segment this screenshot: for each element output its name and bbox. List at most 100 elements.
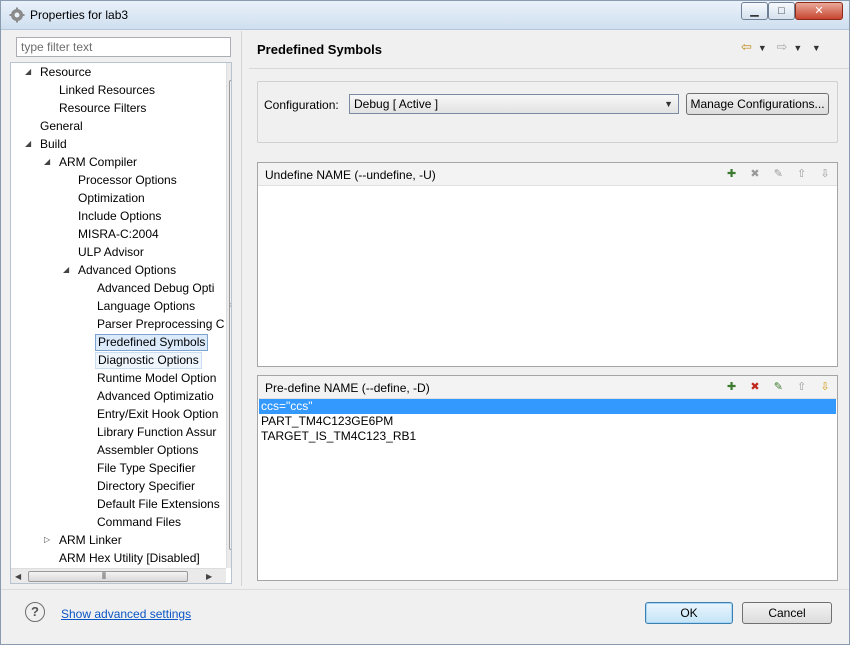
tree-item[interactable]: Include Options [76, 207, 163, 225]
tree-item[interactable]: Parser Preprocessing C [95, 315, 226, 333]
back-menu-chevron-down-icon[interactable]: ▼ [758, 43, 767, 53]
tree-item-label: Default File Extensions [97, 497, 220, 511]
scroll-up-icon[interactable]: ▲ [230, 66, 231, 75]
tree-item[interactable]: Runtime Model Option [95, 369, 218, 387]
filter-input[interactable] [16, 37, 231, 57]
tree-item[interactable]: ▷ ARM Linker [44, 531, 124, 549]
manage-configurations-button[interactable]: Manage Configurations... [686, 93, 829, 115]
predefine-header: Pre-define NAME (--define, -D) ✚ ✖ ✎ ⇧ ⇩ [258, 376, 837, 399]
scroll-down-icon[interactable]: ▼ [230, 555, 231, 564]
title-bar[interactable]: Properties for lab3 ▁ □ ✕ [1, 1, 849, 30]
tree-item[interactable]: ◢ Resource [25, 63, 93, 81]
tree-item-label: Runtime Model Option [97, 371, 217, 385]
tree-item-label: File Type Specifier [97, 461, 196, 475]
undefine-title: Undefine NAME (--undefine, -U) [265, 168, 436, 182]
tree-item[interactable]: Directory Specifier [95, 477, 197, 495]
tree-item[interactable]: MISRA-C:2004 [76, 225, 161, 243]
tree-item[interactable]: Assembler Options [95, 441, 200, 459]
navigation-toolbar: ⇦ ▼ ⇨ ▼ ▼ [741, 39, 827, 55]
expanded-arrow-icon[interactable]: ◢ [25, 63, 31, 81]
ok-button[interactable]: OK [645, 602, 733, 624]
configuration-label: Configuration: [264, 98, 339, 112]
list-item[interactable]: TARGET_IS_TM4C123_RB1 [259, 429, 836, 444]
tree-item[interactable]: ◢ Build [25, 135, 69, 153]
tree-item[interactable]: Predefined Symbols [95, 333, 209, 351]
list-item[interactable]: ccs="ccs" [259, 399, 836, 414]
tree-item-label: Directory Specifier [97, 479, 196, 493]
tree-item[interactable]: Advanced Optimizatio [95, 387, 216, 405]
tree-item[interactable]: Default File Extensions [95, 495, 222, 513]
predefine-title: Pre-define NAME (--define, -D) [265, 381, 430, 395]
tree-horizontal-scrollbar[interactable]: ◀ ⦀ ▶ [11, 568, 226, 583]
expanded-arrow-icon[interactable]: ◢ [44, 153, 50, 171]
list-item[interactable]: PART_TM4C123GE6PM [259, 414, 836, 429]
horizontal-scroll-thumb[interactable] [28, 571, 188, 582]
tree-item[interactable]: Library Function Assur [95, 423, 218, 441]
tree-item-label: Command Files [97, 515, 182, 529]
help-icon[interactable]: ? [25, 602, 45, 622]
tree-item[interactable]: ARM Hex Utility [Disabled] [57, 549, 202, 567]
tree-item[interactable]: Command Files [95, 513, 183, 531]
back-arrow-icon[interactable]: ⇦ [741, 39, 752, 55]
delete-icon[interactable]: ✖ [747, 379, 763, 395]
tree-item-label: Entry/Exit Hook Option [97, 407, 219, 421]
close-button[interactable]: ✕ [795, 2, 843, 20]
move-up-icon[interactable]: ⇧ [794, 166, 810, 182]
expanded-arrow-icon[interactable]: ◢ [25, 135, 31, 153]
minimize-button[interactable]: ▁ [741, 2, 768, 20]
tree-item-label: Optimization [78, 191, 145, 205]
page-title: Predefined Symbols [257, 42, 382, 57]
delete-icon[interactable]: ✖ [747, 166, 763, 182]
tree-item[interactable]: Diagnostic Options [95, 351, 202, 369]
edit-icon[interactable]: ✎ [770, 166, 786, 182]
edit-icon[interactable]: ✎ [770, 379, 786, 395]
move-down-icon[interactable]: ⇩ [817, 379, 833, 395]
tree-item[interactable]: Advanced Debug Opti [95, 279, 216, 297]
add-icon[interactable]: ✚ [724, 166, 740, 182]
tree-item-label: Parser Preprocessing C [97, 317, 225, 331]
collapsed-arrow-icon[interactable]: ▷ [44, 531, 50, 549]
configuration-value: Debug [ Active ] [354, 97, 439, 111]
tree-item[interactable]: Language Options [95, 297, 197, 315]
tree-item[interactable]: General [38, 117, 85, 135]
move-up-icon[interactable]: ⇧ [794, 379, 810, 395]
tree-item[interactable]: Linked Resources [57, 81, 157, 99]
tree-item-label: ARM Compiler [59, 155, 138, 169]
forward-menu-chevron-down-icon[interactable]: ▼ [793, 43, 802, 53]
undefine-header: Undefine NAME (--undefine, -U) ✚ ✖ ✎ ⇧ ⇩ [258, 163, 837, 186]
tree-item-label: Predefined Symbols [95, 334, 209, 351]
tree-item[interactable]: ◢ ARM Compiler [44, 153, 139, 171]
move-down-icon[interactable]: ⇩ [817, 166, 833, 182]
tree-item[interactable]: Resource Filters [57, 99, 148, 117]
tree-vertical-scrollbar[interactable]: ▲ ≡ ▼ [226, 63, 231, 568]
configuration-select[interactable]: Debug [ Active ] ▼ [349, 94, 679, 114]
expanded-arrow-icon[interactable]: ◢ [63, 261, 69, 279]
view-menu-chevron-down-icon[interactable]: ▼ [812, 43, 821, 53]
tree-item[interactable]: File Type Specifier [95, 459, 198, 477]
tree-item-label: Include Options [78, 209, 162, 223]
panel-splitter[interactable] [241, 31, 242, 586]
show-advanced-settings-link[interactable]: Show advanced settings [61, 607, 191, 621]
predefine-list[interactable]: Pre-define NAME (--define, -D) ✚ ✖ ✎ ⇧ ⇩… [257, 375, 838, 581]
cancel-button[interactable]: Cancel [742, 602, 832, 624]
header-divider [249, 68, 849, 69]
tree-item[interactable]: ULP Advisor [76, 243, 146, 261]
vertical-scroll-thumb[interactable] [229, 80, 231, 550]
tree-item[interactable]: ◢ Advanced Options [63, 261, 178, 279]
tree-item-label: General [40, 119, 83, 133]
maximize-button[interactable]: □ [768, 2, 795, 20]
undefine-list[interactable]: Undefine NAME (--undefine, -U) ✚ ✖ ✎ ⇧ ⇩ [257, 162, 838, 367]
predefine-toolbar: ✚ ✖ ✎ ⇧ ⇩ [720, 379, 833, 395]
undefine-toolbar: ✚ ✖ ✎ ⇧ ⇩ [720, 166, 833, 182]
property-tree[interactable]: ◢ Resource Linked Resources Resource Filter… [10, 62, 232, 584]
scroll-right-icon[interactable]: ▶ [206, 572, 212, 581]
tree-item-label: Advanced Debug Opti [97, 281, 215, 295]
tree-item[interactable]: Entry/Exit Hook Option [95, 405, 220, 423]
tree-item-label: MISRA-C:2004 [78, 227, 159, 241]
tree-item[interactable]: Optimization [76, 189, 147, 207]
scroll-left-icon[interactable]: ◀ [15, 572, 21, 581]
tree-item-label: Processor Options [78, 173, 177, 187]
forward-arrow-icon[interactable]: ⇨ [776, 39, 787, 55]
tree-item[interactable]: Processor Options [76, 171, 179, 189]
add-icon[interactable]: ✚ [724, 379, 740, 395]
